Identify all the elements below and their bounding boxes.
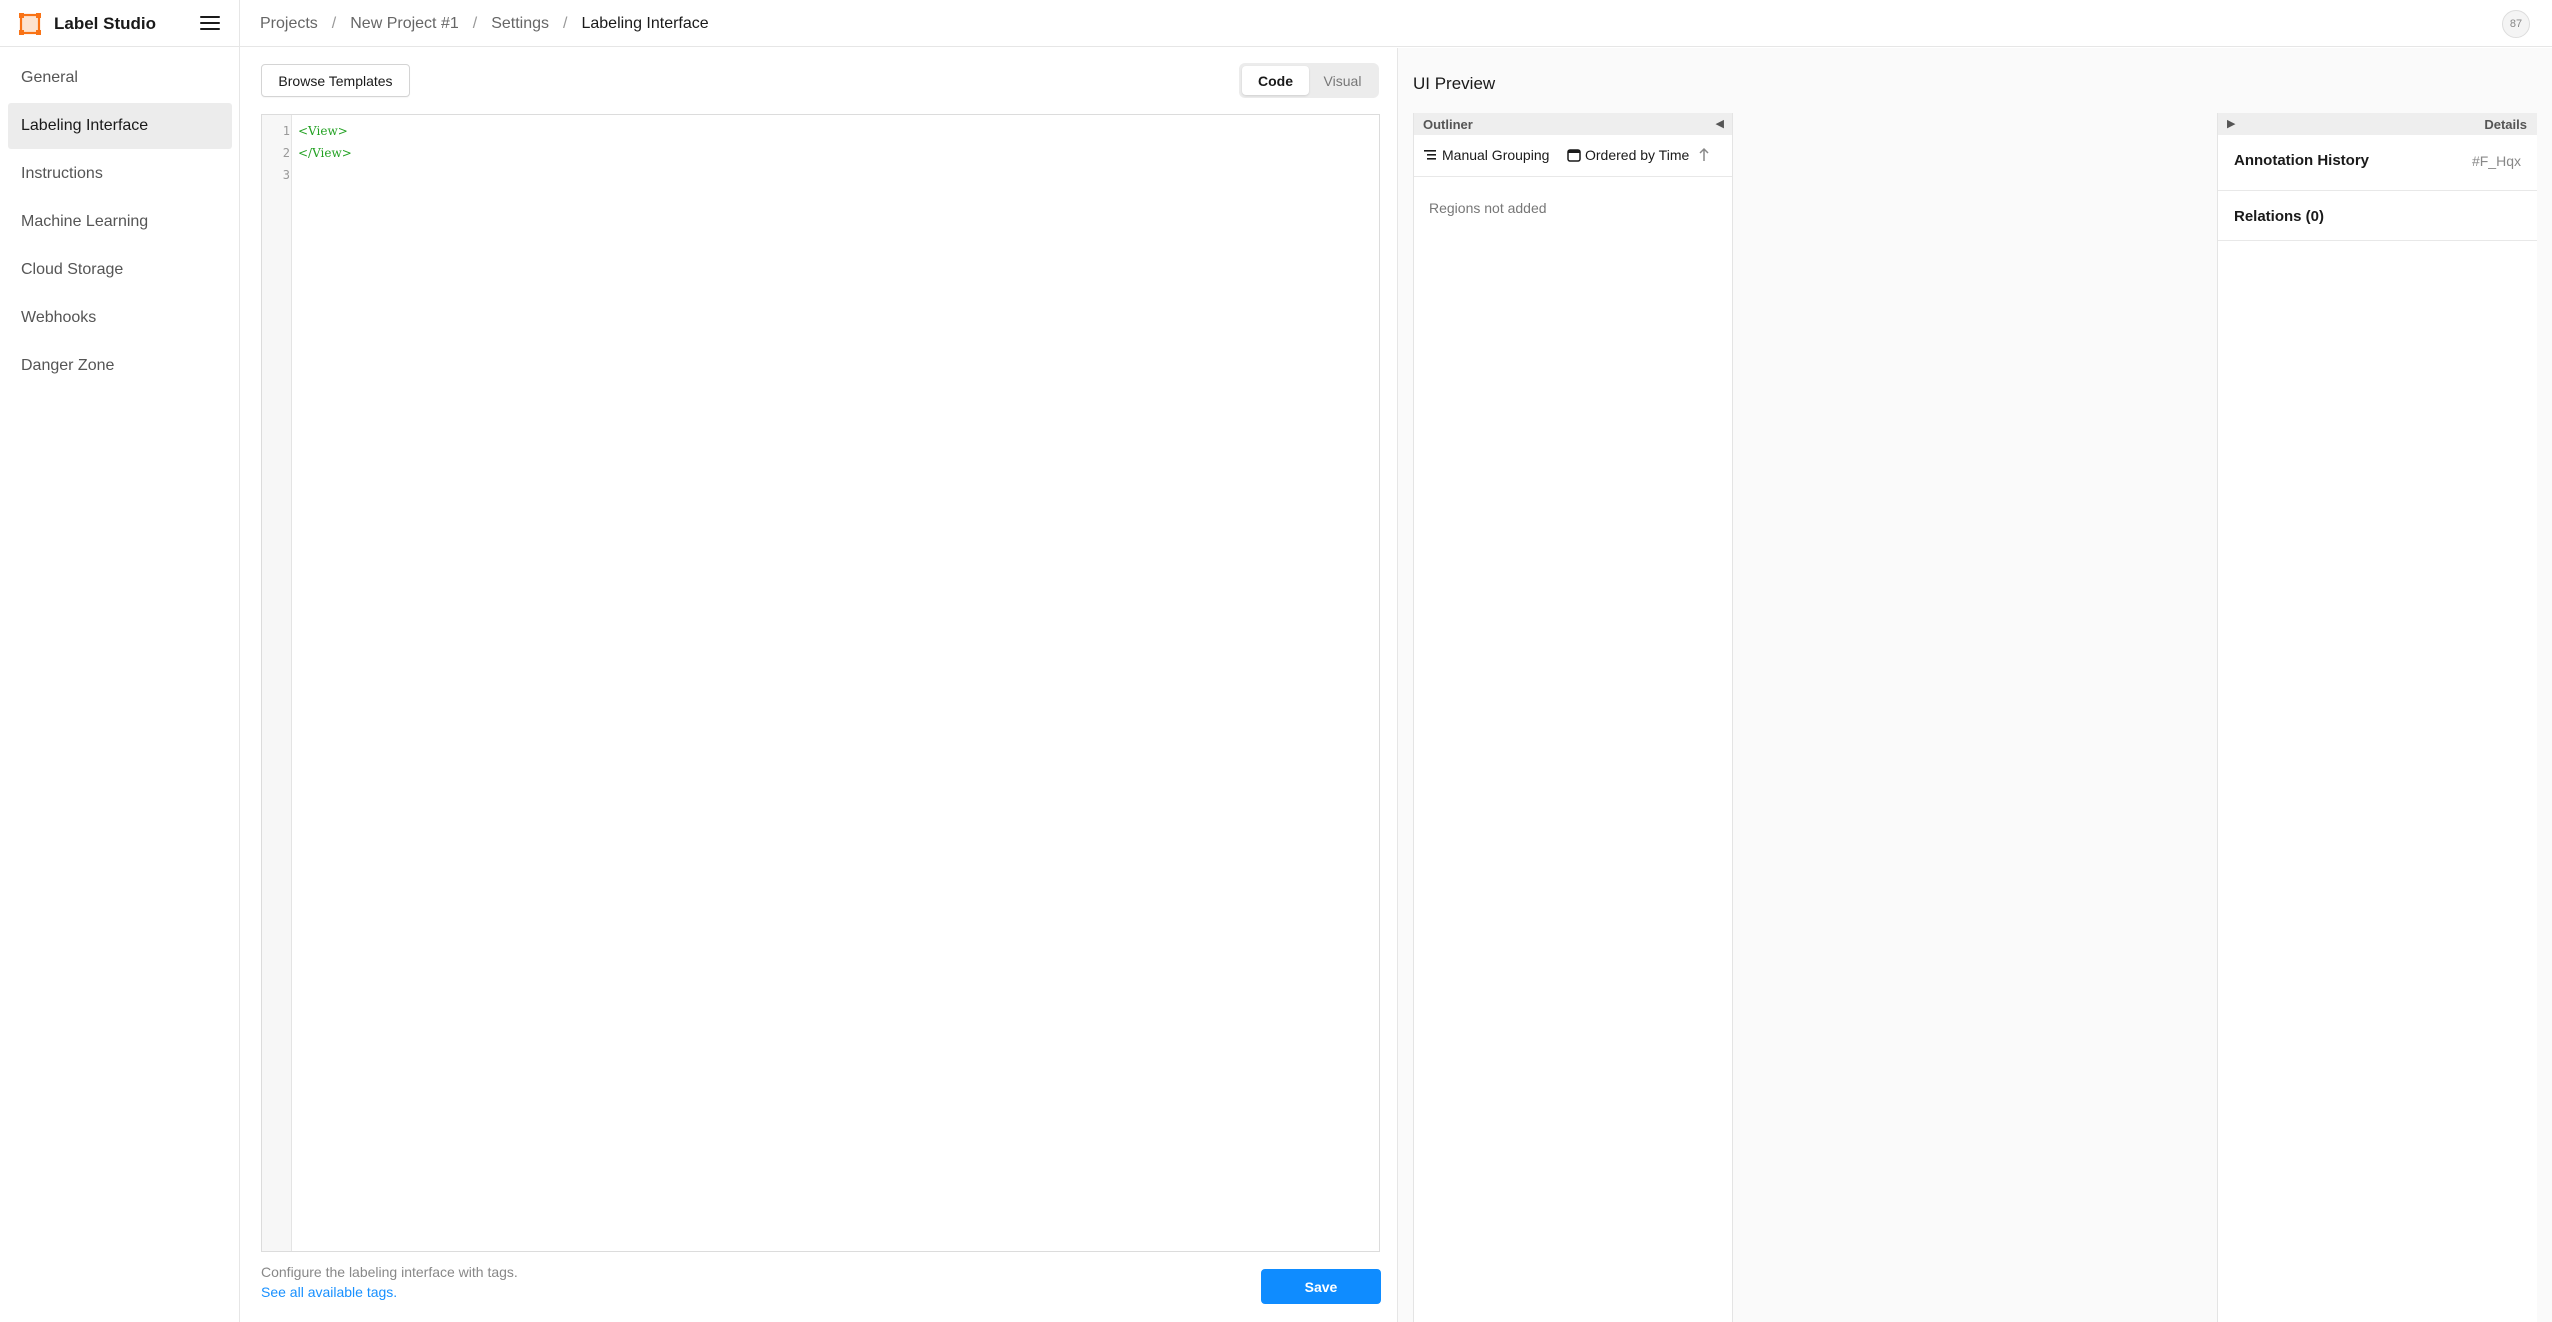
annotation-history-label: Annotation History bbox=[2234, 152, 2369, 169]
order-by-time-button[interactable]: Ordered by Time bbox=[1567, 147, 1689, 163]
breadcrumb-separator: / bbox=[472, 15, 478, 32]
save-button[interactable]: Save bbox=[1261, 1269, 1381, 1304]
outliner-toolbar: Manual Grouping Ordered by Time bbox=[1414, 135, 1732, 177]
sidebar-item-webhooks[interactable]: Webhooks bbox=[8, 295, 232, 341]
line-number: 1 bbox=[282, 124, 290, 138]
app-name[interactable]: Label Studio bbox=[54, 14, 156, 34]
sidebar-item-instructions[interactable]: Instructions bbox=[8, 151, 232, 197]
calendar-icon bbox=[1567, 149, 1581, 162]
manual-grouping-label: Manual Grouping bbox=[1442, 147, 1550, 163]
breadcrumb-separator: / bbox=[331, 15, 337, 32]
available-tags-link[interactable]: See all available tags. bbox=[261, 1284, 397, 1300]
code-editor[interactable]: 1 2 3 <View> </View> bbox=[261, 114, 1380, 1252]
sidebar-item-danger-zone[interactable]: Danger Zone bbox=[8, 343, 232, 389]
sidebar-item-machine-learning[interactable]: Machine Learning bbox=[8, 199, 232, 245]
label-studio-logo-icon[interactable] bbox=[18, 12, 42, 36]
relations-label: Relations (0) bbox=[2234, 208, 2325, 225]
order-by-time-label: Ordered by Time bbox=[1585, 147, 1690, 163]
arrow-up-icon[interactable] bbox=[1698, 147, 1710, 163]
details-panel: ▶ Details Annotation History #F_Hqx Rela… bbox=[2217, 113, 2537, 1322]
details-header: ▶ Details bbox=[2218, 113, 2537, 135]
list-icon bbox=[1424, 150, 1436, 160]
sidebar-item-labeling-interface[interactable]: Labeling Interface bbox=[8, 103, 232, 149]
annotation-history-row[interactable]: Annotation History #F_Hqx bbox=[2218, 135, 2537, 191]
outliner-panel: Outliner ◀ Manual Grouping Ordered by Ti… bbox=[1413, 113, 1733, 1322]
tab-visual[interactable]: Visual bbox=[1309, 66, 1376, 95]
breadcrumb-project[interactable]: New Project #1 bbox=[350, 15, 459, 33]
brand: Label Studio bbox=[0, 0, 240, 47]
settings-sidebar: General Labeling Interface Instructions … bbox=[0, 47, 240, 1322]
top-bar: Label Studio Projects / New Project #1 /… bbox=[0, 0, 2552, 47]
config-editor-panel: Browse Templates Code Visual 1 2 3 <View… bbox=[241, 48, 1397, 1322]
expand-right-icon[interactable]: ▶ bbox=[2227, 117, 2235, 130]
sidebar-item-cloud-storage[interactable]: Cloud Storage bbox=[8, 247, 232, 293]
collapse-left-icon[interactable]: ◀ bbox=[1716, 117, 1724, 130]
ui-preview-panel: UI Preview Outliner ◀ Manual Grouping Or… bbox=[1397, 48, 2552, 1322]
code-line[interactable]: <View> bbox=[298, 124, 348, 138]
breadcrumb-projects[interactable]: Projects bbox=[260, 15, 318, 33]
regions-empty-message: Regions not added bbox=[1429, 200, 1547, 216]
annotation-id: #F_Hqx bbox=[2471, 153, 2521, 169]
code-line[interactable]: </View> bbox=[298, 146, 352, 160]
outliner-header: Outliner ◀ bbox=[1414, 113, 1732, 135]
sidebar-item-general[interactable]: General bbox=[8, 55, 232, 101]
breadcrumb-separator: / bbox=[563, 15, 568, 32]
preview-title: UI Preview bbox=[1413, 74, 1496, 93]
browse-templates-button[interactable]: Browse Templates bbox=[261, 64, 410, 97]
breadcrumb-settings[interactable]: Settings bbox=[491, 15, 549, 33]
breadcrumb: Projects / New Project #1 / Settings / L… bbox=[260, 13, 709, 35]
user-avatar[interactable]: 87 bbox=[2502, 10, 2530, 38]
config-hint: Configure the labeling interface with ta… bbox=[261, 1264, 518, 1280]
line-number: 2 bbox=[282, 146, 290, 160]
editor-mode-toggle: Code Visual bbox=[1239, 63, 1379, 98]
line-number: 3 bbox=[282, 168, 290, 182]
manual-grouping-button[interactable]: Manual Grouping bbox=[1424, 147, 1549, 163]
line-number-gutter: 1 2 3 bbox=[262, 115, 292, 1251]
details-title: Details bbox=[2484, 117, 2527, 132]
outliner-title: Outliner bbox=[1423, 117, 1473, 132]
menu-icon[interactable] bbox=[200, 14, 220, 32]
tab-code[interactable]: Code bbox=[1242, 66, 1309, 95]
relations-row[interactable]: Relations (0) bbox=[2218, 191, 2537, 241]
breadcrumb-current: Labeling Interface bbox=[581, 15, 709, 32]
